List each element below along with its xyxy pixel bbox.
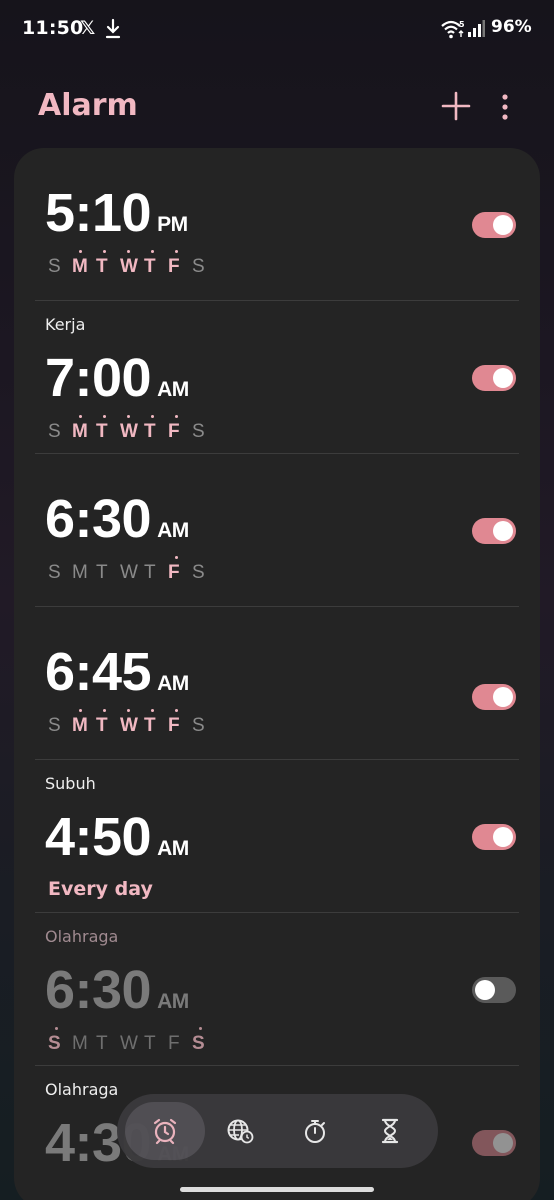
day-thu: T	[144, 709, 168, 737]
day-sat: S	[192, 715, 205, 736]
page-title: Alarm	[38, 88, 138, 123]
alarm-time: 6:30 AM	[45, 960, 189, 1020]
alarm-repeat: Every day	[48, 878, 153, 900]
day-mon: M	[72, 709, 96, 737]
day-tue: T	[96, 250, 120, 278]
day-tue: T	[96, 709, 120, 737]
day-fri: F	[168, 709, 192, 737]
alarm-toggle[interactable]	[472, 365, 516, 391]
alarm-ampm: AM	[157, 990, 189, 1013]
day-thu: T	[144, 415, 168, 443]
alarm-item[interactable]: 5:10 PM S M T W T F S	[14, 148, 540, 301]
home-indicator[interactable]	[180, 1187, 374, 1192]
alarm-label: Subuh	[45, 774, 96, 793]
day-tue: T	[96, 1033, 108, 1054]
alarm-days: S M T W T F S	[48, 415, 216, 443]
hourglass-icon	[381, 1118, 399, 1144]
day-fri: F	[168, 556, 192, 584]
alarm-time: 6:45 AM	[45, 642, 189, 702]
nav-alarm[interactable]	[125, 1102, 205, 1160]
alarm-label: Kerja	[45, 315, 86, 334]
day-sun: S	[48, 1027, 72, 1055]
battery-level: 96%	[491, 17, 532, 37]
svg-text:5: 5	[459, 20, 465, 29]
status-bar: 11:50 𝕏 5 96%	[0, 0, 554, 60]
globe-clock-icon	[227, 1119, 254, 1144]
more-options-button[interactable]	[495, 92, 515, 122]
alarm-toggle[interactable]	[472, 1130, 516, 1156]
stopwatch-icon	[305, 1120, 325, 1143]
day-tue: T	[96, 562, 108, 583]
alarm-toggle[interactable]	[472, 977, 516, 1003]
add-alarm-button[interactable]	[440, 90, 472, 122]
alarm-label: Olahraga	[45, 927, 119, 946]
bottom-navigation	[117, 1094, 438, 1168]
x-logo-icon: 𝕏	[80, 17, 96, 39]
alarm-toggle[interactable]	[472, 212, 516, 238]
signal-icon	[468, 20, 485, 37]
alarm-item[interactable]: 6:30 AM S M T W T F S	[14, 454, 540, 607]
alarm-ampm: PM	[157, 213, 188, 236]
day-sun: S	[48, 256, 61, 277]
alarm-ampm: AM	[157, 837, 189, 860]
day-thu: T	[144, 1033, 156, 1054]
alarm-days: S M T W T F S	[48, 556, 216, 584]
day-fri: F	[168, 1033, 180, 1054]
nav-world-clock[interactable]	[200, 1102, 280, 1160]
day-fri: F	[168, 415, 192, 443]
status-time: 11:50	[22, 17, 84, 39]
alarm-item[interactable]: Subuh 4:50 AM Every day	[14, 760, 540, 913]
day-fri: F	[168, 250, 192, 278]
wifi-icon: 5	[441, 20, 465, 39]
day-mon: M	[72, 562, 88, 583]
alarm-days: S M T W T F S	[48, 709, 216, 737]
day-tue: T	[96, 415, 120, 443]
alarm-item[interactable]: 6:45 AM S M T W T F S	[14, 607, 540, 760]
alarm-time: 7:00 AM	[45, 348, 189, 408]
alarm-toggle[interactable]	[472, 824, 516, 850]
day-sat: S	[192, 421, 205, 442]
day-sat: S	[192, 256, 205, 277]
alarm-ampm: AM	[157, 519, 189, 542]
day-sun: S	[48, 562, 61, 583]
day-wed: W	[120, 250, 144, 278]
alarm-item[interactable]: Olahraga 6:30 AM S M T W T F S	[14, 913, 540, 1066]
download-icon	[105, 18, 121, 39]
day-wed: W	[120, 709, 144, 737]
alarm-toggle[interactable]	[472, 518, 516, 544]
alarm-time: 6:30 AM	[45, 489, 189, 549]
nav-timer[interactable]	[350, 1102, 430, 1160]
day-mon: M	[72, 250, 96, 278]
day-mon: M	[72, 415, 96, 443]
day-sat: S	[192, 562, 205, 583]
day-sat: S	[192, 1027, 216, 1055]
alarm-list: 5:10 PM S M T W T F S Kerja 7:00 AM S M T …	[14, 148, 540, 1200]
day-sun: S	[48, 421, 61, 442]
alarm-ampm: AM	[157, 378, 189, 401]
alarm-ampm: AM	[157, 672, 189, 695]
day-sun: S	[48, 715, 61, 736]
alarm-clock-icon	[153, 1118, 177, 1145]
alarm-toggle[interactable]	[472, 684, 516, 710]
day-wed: W	[120, 562, 138, 583]
alarm-days: S M T W T F S	[48, 1027, 216, 1055]
day-mon: M	[72, 1033, 88, 1054]
day-thu: T	[144, 562, 156, 583]
alarm-time: 4:50 AM	[45, 807, 189, 867]
day-thu: T	[144, 250, 168, 278]
day-wed: W	[120, 415, 144, 443]
nav-stopwatch[interactable]	[275, 1102, 355, 1160]
alarm-item[interactable]: Kerja 7:00 AM S M T W T F S	[14, 301, 540, 454]
alarm-label: Olahraga	[45, 1080, 119, 1099]
day-wed: W	[120, 1033, 138, 1054]
alarm-time: 5:10 PM	[45, 183, 188, 243]
alarm-days: S M T W T F S	[48, 250, 216, 278]
